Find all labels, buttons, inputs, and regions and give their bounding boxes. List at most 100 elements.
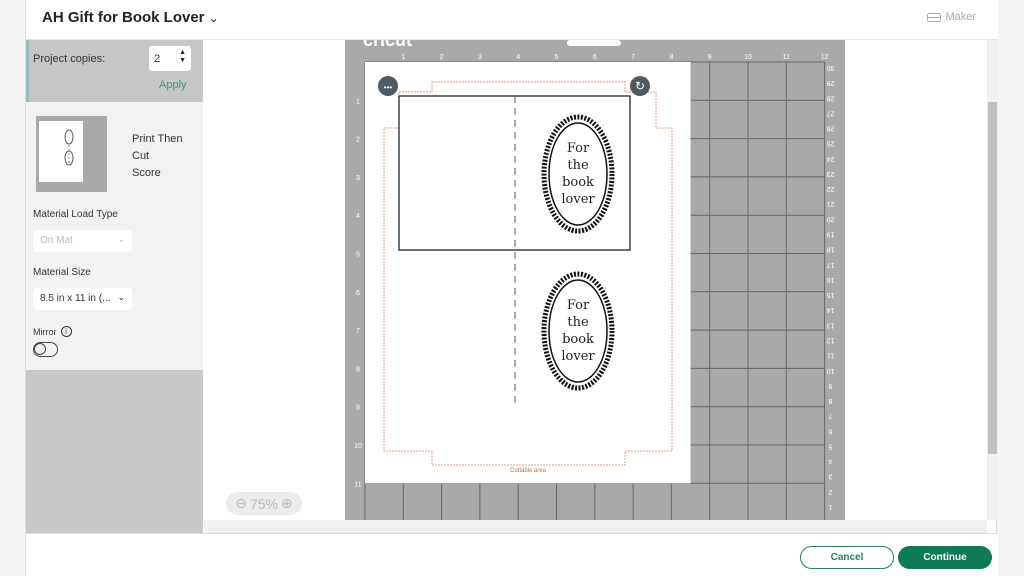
tag-text: book (562, 175, 594, 190)
copies-stepper[interactable]: 2 ▲ ▼ (149, 46, 191, 71)
top-ruler-label: 7 (631, 54, 635, 61)
tag-text: For (567, 141, 590, 156)
top-ruler-label: 9 (708, 54, 712, 61)
left-ruler-label: 3 (356, 175, 360, 182)
tag-text: the (567, 158, 589, 173)
paper-sheet (365, 62, 691, 484)
mat-brand-logo: cricut (363, 40, 412, 50)
zoom-in-icon[interactable]: ⊕ (281, 495, 293, 512)
machine-selector[interactable]: Maker (927, 11, 976, 23)
right-ruler-label: 28 (827, 94, 835, 101)
right-ruler-label: 7 (829, 412, 833, 419)
right-ruler-label: 19 (827, 231, 835, 238)
apply-button[interactable]: Apply (159, 79, 187, 91)
right-ruler-label: 10 (827, 367, 835, 374)
continue-button[interactable]: Continue (898, 546, 992, 569)
right-ruler-label: 13 (827, 321, 835, 328)
cancel-button[interactable]: Cancel (800, 546, 894, 569)
right-ruler-label: 15 (827, 291, 835, 298)
tag-text: lover (561, 349, 595, 364)
chevron-down-icon: ⌄ (117, 292, 125, 302)
right-ruler-label: 18 (827, 246, 835, 253)
cuttable-area-label: Cuttable area (510, 468, 547, 474)
top-ruler-label: 5 (555, 54, 559, 61)
left-ruler-label: 9 (356, 405, 360, 412)
top-ruler-label: 10 (744, 54, 752, 61)
tag-text: the (567, 315, 589, 330)
material-size-select[interactable]: 8.5 in x 11 in (... ⌄ (33, 288, 132, 310)
material-load-select[interactable]: On Mat ⌄ (33, 230, 132, 252)
top-ruler-label: 11 (783, 54, 790, 61)
chevron-down-icon: ⌄ (117, 234, 125, 244)
copies-label: Project copies: (33, 53, 106, 65)
left-panel: Project copies: 2 ▲ ▼ Apply Print Then Cut… (26, 40, 203, 533)
chevron-down-icon: ⌄ (208, 11, 219, 25)
top-ruler-label: 1 (401, 54, 405, 61)
right-ruler-label: 20 (827, 215, 835, 222)
mat-thumbnail[interactable] (36, 116, 107, 192)
footer: Cancel Continue (26, 533, 998, 576)
right-ruler-label: 5 (829, 442, 833, 449)
tag-text: book (562, 332, 594, 347)
tag-text: lover (561, 192, 595, 207)
zoom-control: ⊖ 75% ⊕ (226, 492, 302, 515)
mirror-toggle[interactable] (33, 342, 58, 357)
rotate-icon-glyph: ↻ (635, 79, 645, 93)
cutting-mat: cricut1 2 3 4 5 6 7 8 9 10 11 121234567891011302928… (345, 40, 845, 520)
operation-list: Print Then Cut Score (132, 133, 183, 179)
right-ruler-label: 17 (827, 261, 835, 268)
right-ruler-label: 29 (827, 79, 835, 86)
mat-canvas[interactable]: cricut 1 2 3 4 5 6 7 8 9 10 11 12 1 2 3 4 5 6 7 8 9 10 11 30 29 28… (204, 40, 987, 520)
info-icon[interactable]: i (60, 326, 72, 337)
mat-handle (567, 40, 621, 46)
scroll-thumb[interactable] (988, 102, 997, 454)
material-load-label: Material Load Type (33, 209, 118, 220)
header: AH Gift for Book Lover ⌄ Maker (26, 0, 998, 40)
top-ruler-label: 3 (478, 54, 482, 61)
right-ruler-label: 26 (827, 125, 835, 132)
left-ruler-label: 10 (354, 443, 362, 450)
right-ruler-label: 12 (827, 336, 835, 343)
top-ruler-label: 8 (669, 54, 673, 61)
cricut-machine-icon (927, 12, 942, 22)
mat-options: Print Then Cut Score Material Load Type … (26, 102, 203, 370)
zoom-level: 75% (249, 495, 279, 512)
left-ruler-label: 7 (356, 328, 360, 335)
tag-oval (548, 122, 608, 226)
right-ruler-label: 3 (829, 473, 833, 480)
right-ruler-label: 9 (829, 382, 833, 389)
top-ruler-label: 6 (593, 54, 597, 61)
right-ruler-label: 25 (827, 140, 835, 147)
right-ruler-label: 14 (827, 306, 835, 313)
project-title[interactable]: AH Gift for Book Lover ⌄ (42, 9, 219, 26)
left-ruler-label: 2 (356, 137, 360, 144)
print-then-cut-window: AH Gift for Book Lover ⌄ Maker Project c… (25, 0, 998, 576)
right-ruler-label: 8 (829, 397, 833, 404)
top-ruler-label: 2 (440, 54, 444, 61)
tag-oval (548, 279, 608, 383)
left-ruler-label: 1 (356, 98, 360, 105)
right-ruler-label: 16 (827, 276, 835, 283)
right-ruler-label: 22 (827, 185, 835, 192)
left-ruler-label: 11 (354, 481, 361, 488)
more-options-icon-glyph: ••• (384, 83, 393, 92)
left-ruler-label: 5 (356, 252, 360, 259)
stepper-arrows-icon[interactable]: ▲ ▼ (179, 49, 186, 65)
right-ruler-label: 6 (829, 427, 833, 434)
right-ruler-label: 2 (829, 488, 833, 495)
mirror-row: Mirror i (33, 326, 72, 337)
top-ruler-label: 4 (516, 54, 520, 61)
left-ruler-label: 4 (356, 213, 360, 220)
right-ruler-label: 4 (829, 458, 833, 465)
right-ruler-label: 21 (827, 200, 835, 207)
project-copies-section: Project copies: 2 ▲ ▼ Apply (26, 40, 203, 102)
vertical-scrollbar[interactable] (987, 40, 998, 520)
left-ruler-label: 8 (356, 366, 360, 373)
left-ruler-label: 6 (356, 290, 360, 297)
zoom-out-icon[interactable]: ⊖ (235, 495, 247, 512)
right-ruler-label: 27 (827, 109, 835, 116)
right-ruler-label: 30 (827, 64, 835, 71)
tag-text: For (567, 298, 590, 313)
right-ruler-label: 24 (827, 155, 835, 162)
horizontal-scrollbar[interactable] (204, 520, 987, 533)
